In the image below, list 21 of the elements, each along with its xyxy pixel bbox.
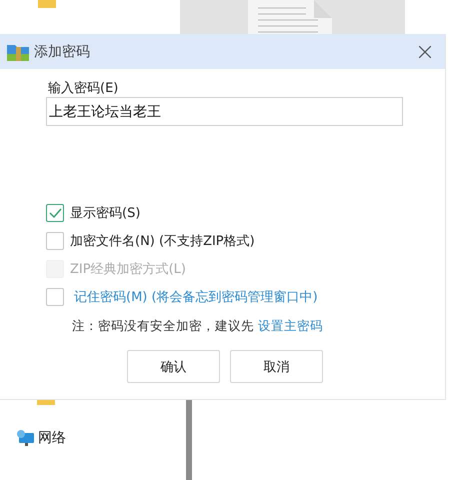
master-password-link[interactable]: 设置主密码 [258, 318, 323, 333]
nav-item[interactable]: 网络 [16, 429, 66, 447]
network-icon [16, 429, 34, 447]
checkbox[interactable] [46, 288, 64, 306]
password-label: 输入密码(E) [48, 80, 120, 97]
archive-icon [7, 42, 29, 60]
option-label: 加密文件名(N) (不支持ZIP格式) [70, 233, 255, 250]
password-field[interactable]: 上老王论坛当老王 [46, 97, 403, 126]
scrollbar[interactable] [186, 400, 192, 480]
confirm-button[interactable]: 确认 [127, 350, 220, 383]
folder-icon [37, 400, 55, 405]
note-text: 注：密码没有安全加密，建议先 设置主密码 [72, 318, 324, 335]
close-icon [419, 46, 431, 58]
cancel-button[interactable]: 取消 [230, 350, 323, 383]
option-label: 显示密码(S) [70, 205, 140, 222]
remember-link[interactable]: 记住密码(M) (将会备忘到密码管理窗口中) [74, 288, 318, 306]
option-label: ZIP经典加密方式(L) [70, 261, 186, 278]
checkbox[interactable] [46, 232, 64, 250]
dialog-title: 添加密码 [34, 42, 90, 60]
checkbox[interactable] [46, 204, 64, 222]
folder-icon [38, 0, 56, 8]
